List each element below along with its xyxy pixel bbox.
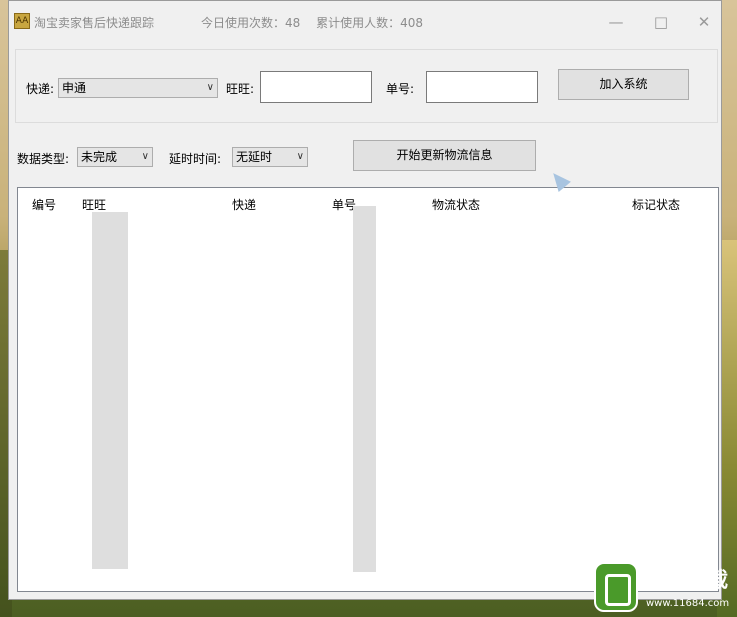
express-select[interactable]: 申通 ∨: [58, 78, 218, 98]
chevron-down-icon: ∨: [206, 82, 214, 93]
column-placeholder-strip: [353, 206, 376, 572]
wangwang-input[interactable]: [260, 71, 372, 103]
app-icon: AA: [14, 13, 30, 29]
column-header-logistics-status[interactable]: 物流状态: [432, 196, 480, 213]
express-select-value: 申通: [62, 81, 87, 95]
express-label: 快递:: [26, 82, 55, 96]
data-type-select-value: 未完成: [81, 150, 118, 164]
chevron-down-icon: ∨: [296, 151, 304, 162]
data-type-label: 数据类型:: [17, 152, 70, 166]
wangwang-label: 旺旺:: [226, 82, 255, 96]
column-placeholder-strip: [92, 212, 128, 569]
today-uses-stat: 今日使用次数：48: [201, 16, 301, 30]
window-title: 淘宝卖家售后快递跟踪: [34, 16, 155, 30]
watermark-name: 巴士下载: [644, 568, 728, 592]
close-button[interactable]: ✕: [689, 9, 719, 35]
column-header-mark-status[interactable]: 标记状态: [632, 196, 680, 213]
watermark-logo-icon: [594, 562, 638, 612]
column-header-id[interactable]: 编号: [32, 196, 56, 213]
delay-select-value: 无延时: [236, 150, 273, 164]
tracking-list[interactable]: 编号 旺旺 快递 单号 物流状态 标记状态: [17, 187, 719, 592]
maximize-button[interactable]: □: [646, 9, 676, 35]
add-to-system-button[interactable]: 加入系统: [558, 69, 689, 100]
total-users-stat: 累计使用人数：408: [316, 16, 424, 30]
tracking-number-input[interactable]: [426, 71, 538, 103]
watermark: 巴士下载 www.11684.com: [588, 558, 737, 617]
app-window: AA 淘宝卖家售后快递跟踪 今日使用次数：48 累计使用人数：408 — □ ✕…: [8, 0, 722, 600]
watermark-url: www.11684.com: [646, 598, 730, 609]
usage-stats: 今日使用次数：48 累计使用人数：408: [201, 14, 435, 31]
chevron-down-icon: ∨: [141, 151, 149, 162]
column-header-express[interactable]: 快递: [232, 196, 256, 213]
data-type-select[interactable]: 未完成 ∨: [77, 147, 153, 167]
add-entry-group: 快递: 申通 ∨ 旺旺: 单号: 加入系统: [15, 49, 718, 123]
delay-label: 延时时间:: [169, 152, 222, 166]
column-header-wangwang[interactable]: 旺旺: [82, 196, 106, 213]
delay-select[interactable]: 无延时 ∨: [232, 147, 308, 167]
title-bar[interactable]: AA 淘宝卖家售后快递跟踪 今日使用次数：48 累计使用人数：408 — □ ✕: [9, 1, 721, 45]
tracking-number-label: 单号:: [386, 82, 415, 96]
minimize-button[interactable]: —: [601, 9, 631, 35]
start-update-button[interactable]: 开始更新物流信息: [353, 140, 536, 171]
